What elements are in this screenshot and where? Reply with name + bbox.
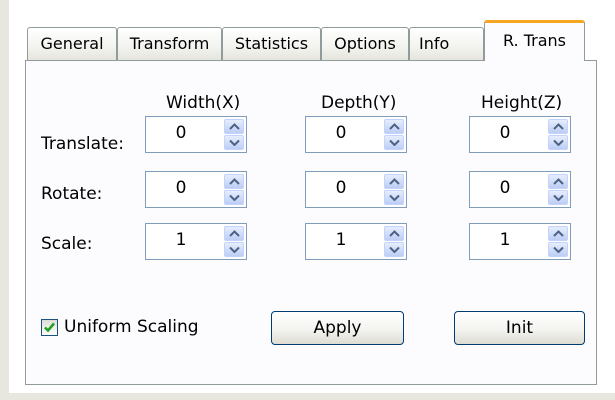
chevron-up-icon [229, 230, 240, 237]
tab-label: General [40, 34, 104, 53]
chevron-down-icon [553, 139, 564, 146]
scale-z-spinner[interactable]: 1 [469, 223, 571, 260]
tab-label: Info [419, 34, 450, 53]
chevron-down-icon [389, 194, 400, 201]
translate-z-spinner[interactable]: 0 [469, 116, 571, 153]
tab-label: Options [334, 34, 396, 53]
tab-label: R. Trans [503, 31, 566, 50]
spinner-value[interactable]: 0 [306, 117, 376, 152]
tab-options[interactable]: Options [321, 27, 409, 60]
chevron-up-icon [389, 123, 400, 130]
row-label-rotate: Rotate: [41, 184, 103, 204]
spinner-value[interactable]: 0 [470, 172, 540, 207]
spin-down-button[interactable] [224, 242, 244, 257]
spin-up-button[interactable] [548, 226, 568, 241]
spin-up-button[interactable] [548, 119, 568, 134]
spin-down-button[interactable] [548, 135, 568, 150]
scale-y-spinner[interactable]: 1 [305, 223, 407, 260]
chevron-up-icon [553, 230, 564, 237]
column-header-width: Width(X) [166, 93, 241, 113]
spin-down-button[interactable] [384, 135, 404, 150]
chevron-up-icon [553, 123, 564, 130]
spinner-value[interactable]: 0 [146, 117, 216, 152]
apply-button[interactable]: Apply [271, 311, 404, 345]
spin-up-button[interactable] [224, 119, 244, 134]
rotate-x-spinner[interactable]: 0 [145, 171, 247, 208]
tab-r-trans[interactable]: R. Trans [484, 20, 585, 61]
translate-y-spinner[interactable]: 0 [305, 116, 407, 153]
row-label-scale: Scale: [41, 234, 93, 254]
spin-up-button[interactable] [224, 174, 244, 189]
spin-up-button[interactable] [548, 174, 568, 189]
rotate-y-spinner[interactable]: 0 [305, 171, 407, 208]
spin-down-button[interactable] [224, 190, 244, 205]
chevron-down-icon [553, 246, 564, 253]
spin-down-button[interactable] [384, 242, 404, 257]
chevron-up-icon [553, 178, 564, 185]
tab-label: Transform [129, 34, 210, 53]
spin-down-button[interactable] [548, 242, 568, 257]
tab-page-r-trans: Width(X) Depth(Y) Height(Z) Translate: R… [25, 60, 597, 385]
chevron-down-icon [553, 194, 564, 201]
translate-x-spinner[interactable]: 0 [145, 116, 247, 153]
uniform-scaling-checkbox[interactable] [41, 319, 58, 336]
spinner-value[interactable]: 0 [146, 172, 216, 207]
spin-down-button[interactable] [384, 190, 404, 205]
rotate-z-spinner[interactable]: 0 [469, 171, 571, 208]
chevron-up-icon [389, 230, 400, 237]
chevron-down-icon [229, 246, 240, 253]
tab-transform[interactable]: Transform [117, 27, 222, 60]
chevron-down-icon [229, 139, 240, 146]
spin-up-button[interactable] [384, 226, 404, 241]
chevron-down-icon [389, 139, 400, 146]
spin-down-button[interactable] [224, 135, 244, 150]
chevron-down-icon [389, 246, 400, 253]
spinner-value[interactable]: 1 [146, 224, 216, 259]
tab-statistics[interactable]: Statistics [222, 27, 321, 60]
tab-label: Statistics [234, 34, 309, 53]
chevron-up-icon [389, 178, 400, 185]
tab-general[interactable]: General [27, 27, 117, 60]
spin-up-button[interactable] [384, 174, 404, 189]
spin-up-button[interactable] [224, 226, 244, 241]
uniform-scaling-label[interactable]: Uniform Scaling [64, 317, 199, 337]
checkmark-icon [44, 322, 55, 333]
scale-x-spinner[interactable]: 1 [145, 223, 247, 260]
spin-down-button[interactable] [548, 190, 568, 205]
row-label-translate: Translate: [41, 134, 124, 154]
chevron-down-icon [229, 194, 240, 201]
spinner-value[interactable]: 1 [470, 224, 540, 259]
init-button[interactable]: Init [454, 311, 585, 345]
chevron-up-icon [229, 178, 240, 185]
column-header-height: Height(Z) [481, 93, 563, 113]
spinner-value[interactable]: 1 [306, 224, 376, 259]
spinner-value[interactable]: 0 [470, 117, 540, 152]
column-header-depth: Depth(Y) [321, 93, 397, 113]
tab-info[interactable]: Info [409, 27, 484, 60]
spinner-value[interactable]: 0 [306, 172, 376, 207]
spin-up-button[interactable] [384, 119, 404, 134]
dialog-window: General Transform Statistics Options Inf… [0, 0, 615, 400]
chevron-up-icon [229, 123, 240, 130]
